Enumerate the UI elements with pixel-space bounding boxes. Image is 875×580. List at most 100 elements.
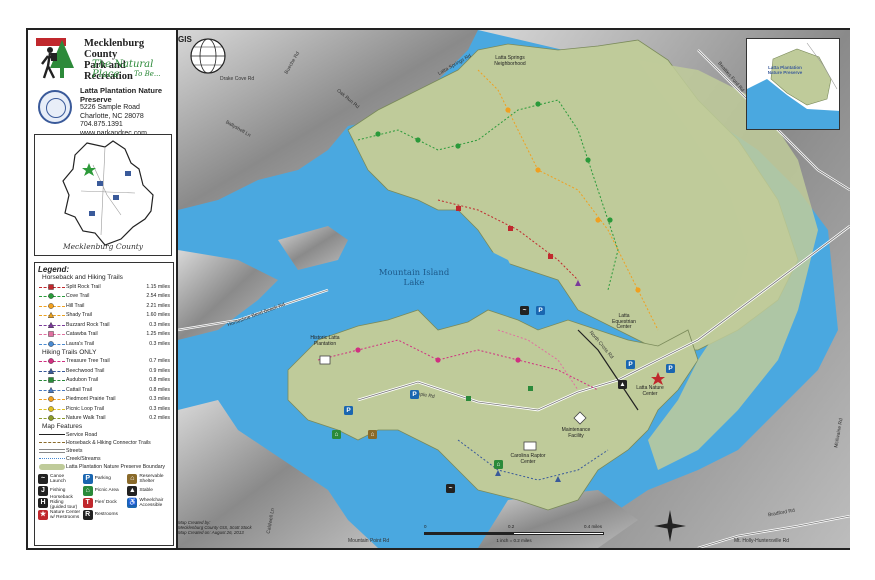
feature-symbol-icon (38, 432, 66, 438)
canoe-icon[interactable]: ~ (520, 306, 529, 315)
facility-name: Nature Center w/ Restrooms (50, 509, 81, 520)
inset-label: Latta Plantation Nature Preserve (767, 65, 803, 75)
trail-name: Buzzard Rock Trail (66, 321, 110, 328)
legend-trail-row: Cattail Trail 0.8 miles (38, 385, 170, 395)
trail-marker-icon (38, 321, 66, 329)
parking-icon[interactable]: P (666, 364, 675, 373)
legend-facility: ▲ Stable (127, 485, 170, 496)
horse-icon: H (38, 497, 48, 508)
address-line1: 5226 Sample Road (80, 104, 140, 111)
legend-facility: ⌂ Picnic Area (82, 485, 126, 496)
facility-name: Wheelchair Accessible (139, 497, 164, 508)
road-label-mt-holly: Mt. Holly-Huntersville Rd (734, 538, 790, 544)
raptor-label: Carolina Raptor Center (510, 453, 546, 465)
trail-name: Shady Trail (66, 312, 92, 319)
feature-name: Streets (66, 447, 83, 454)
feature-name: Service Road (66, 431, 98, 438)
parking-icon[interactable]: P (410, 390, 419, 399)
trail-name: Hill Trail (66, 302, 85, 309)
latta-springs-label: Latta Springs Neighborhood (494, 55, 526, 67)
facility-name: Horseback Riding (guided tour) (50, 495, 78, 510)
stable-icon: ▲ (127, 485, 138, 496)
trail-name: Laura's Trail (66, 340, 95, 347)
legend-trail-row: Beechwood Trail 0.9 miles (38, 366, 170, 376)
feature-symbol-icon (38, 464, 66, 470)
legend-feature-row: Creek/Streams (38, 455, 170, 463)
parking-icon[interactable]: P (626, 360, 635, 369)
legend-trail-row: Nature Walk Trail 0.2 miles (38, 414, 170, 424)
trail-name: Cove Trail (66, 293, 90, 300)
trail-name: Cattail Trail (66, 386, 92, 393)
trail-marker-icon (38, 302, 66, 310)
org-name-line1: Mecklenburg County (84, 38, 145, 60)
wheelchair-icon: ♿ (127, 497, 138, 508)
trail-name: Split Rock Trail (66, 283, 101, 290)
trail-distance: 2.21 miles (146, 302, 170, 309)
facility-name: Fishing (50, 488, 66, 493)
feature-name: Horseback & Hiking Connector Trails (66, 439, 151, 446)
trail-distance: 1.60 miles (146, 312, 170, 319)
feature-symbol-icon (38, 440, 66, 446)
trail-marker-icon (38, 340, 66, 348)
legend-group1-title: Horseback and Hiking Trails (42, 274, 123, 281)
county-seal-icon (38, 90, 72, 124)
county-map-label: Mecklenburg County (62, 242, 144, 251)
trail-map[interactable]: Drake Cove Rd Bueche Rd Oak Run Rd Latta… (178, 30, 850, 548)
scale-bar: 0 0.2 0.4 miles 1 inch = 0.2 miles (424, 524, 604, 546)
trail-distance: 0.3 miles (149, 405, 170, 412)
legend-trail-row: Split Rock Trail 1.15 miles (38, 282, 170, 292)
legend-trail-row: Buzzard Rock Trail 0.3 miles (38, 320, 170, 330)
legend-trail-row: Treasure Tree Trail 0.7 miles (38, 357, 170, 367)
parking-icon[interactable]: P (344, 406, 353, 415)
parking-icon[interactable]: P (536, 306, 545, 315)
legend-facility: P Parking (82, 473, 126, 484)
feature-symbol-icon (38, 456, 66, 462)
trail-name: Beechwood Trail (66, 367, 105, 374)
maintenance-label: Maintenance Facility (561, 427, 591, 439)
credit-line3: Map Created on: August 26, 2013 (178, 530, 244, 536)
legend-group2-title: Hiking Trails ONLY (42, 348, 97, 356)
legend-features-title: Map Features (42, 423, 83, 430)
trail-marker-icon (38, 386, 66, 394)
equestrian-label: Latta Equestrian Center (612, 313, 636, 331)
preserve-address: Latta Plantation Nature Preserve 5226 Sa… (80, 86, 176, 138)
inset-locator-map: Latta Plantation Nature Preserve (746, 38, 840, 130)
shelter-icon[interactable]: ⌂ (368, 430, 377, 439)
map-frame: Mecklenburg County Park and Recreation T… (26, 28, 850, 550)
trail-distance: 0.3 miles (149, 396, 170, 403)
trail-distance: 0.3 miles (149, 321, 170, 328)
trail-distance: 1.25 miles (146, 331, 170, 338)
trail-distance: 1.15 miles (146, 283, 170, 290)
picnic-icon: ⌂ (82, 485, 93, 496)
facility-name: Pier/ Dock (94, 500, 117, 505)
legend-features-list: Service Road Horseback & Hiking Connector… (38, 431, 170, 471)
scale-tick-2: 0.4 miles (584, 524, 603, 529)
trail-distance: 0.2 miles (149, 415, 170, 422)
pier-icon: T (82, 497, 93, 508)
legend-facility: ⌂ Reservable Shelter (127, 473, 170, 484)
trail-name: Audubon Trail (66, 377, 99, 384)
trail-distance: 0.3 miles (149, 340, 170, 347)
legend-facility: ~ Canoe Launch (38, 473, 81, 484)
legend-facility: ♿ Wheelchair Accessible (127, 497, 170, 508)
picnic-icon[interactable]: ⌂ (332, 430, 341, 439)
legend-trail-row: Cove Trail 2.54 miles (38, 292, 170, 302)
stable-icon[interactable]: ▲ (618, 380, 627, 389)
feature-symbol-icon (38, 448, 66, 454)
canoe-icon[interactable]: ~ (446, 484, 455, 493)
tagline-2: To Be... (134, 70, 161, 78)
hiker-logo-icon (36, 38, 74, 79)
lake-label: Mountain Island Lake (378, 268, 450, 288)
legend-facility: H Horseback Riding (guided tour) (38, 495, 81, 510)
trail-marker-icon (38, 311, 66, 319)
legend-group1-list: Split Rock Trail 1.15 miles Cove Trail 2… (38, 282, 170, 349)
picnic-icon[interactable]: ⌂ (494, 460, 503, 469)
trail-marker-icon (38, 283, 66, 291)
restroom-icon: R (82, 509, 93, 520)
canoe-icon: ~ (38, 473, 48, 484)
road-label-mountain-point: Mountain Point Rd (348, 538, 390, 544)
trail-marker-icon (38, 292, 66, 300)
legend-trail-row: Audubon Trail 0.8 miles (38, 376, 170, 386)
trail-distance: 0.9 miles (149, 367, 170, 374)
shelter-icon: ⌂ (127, 473, 138, 484)
